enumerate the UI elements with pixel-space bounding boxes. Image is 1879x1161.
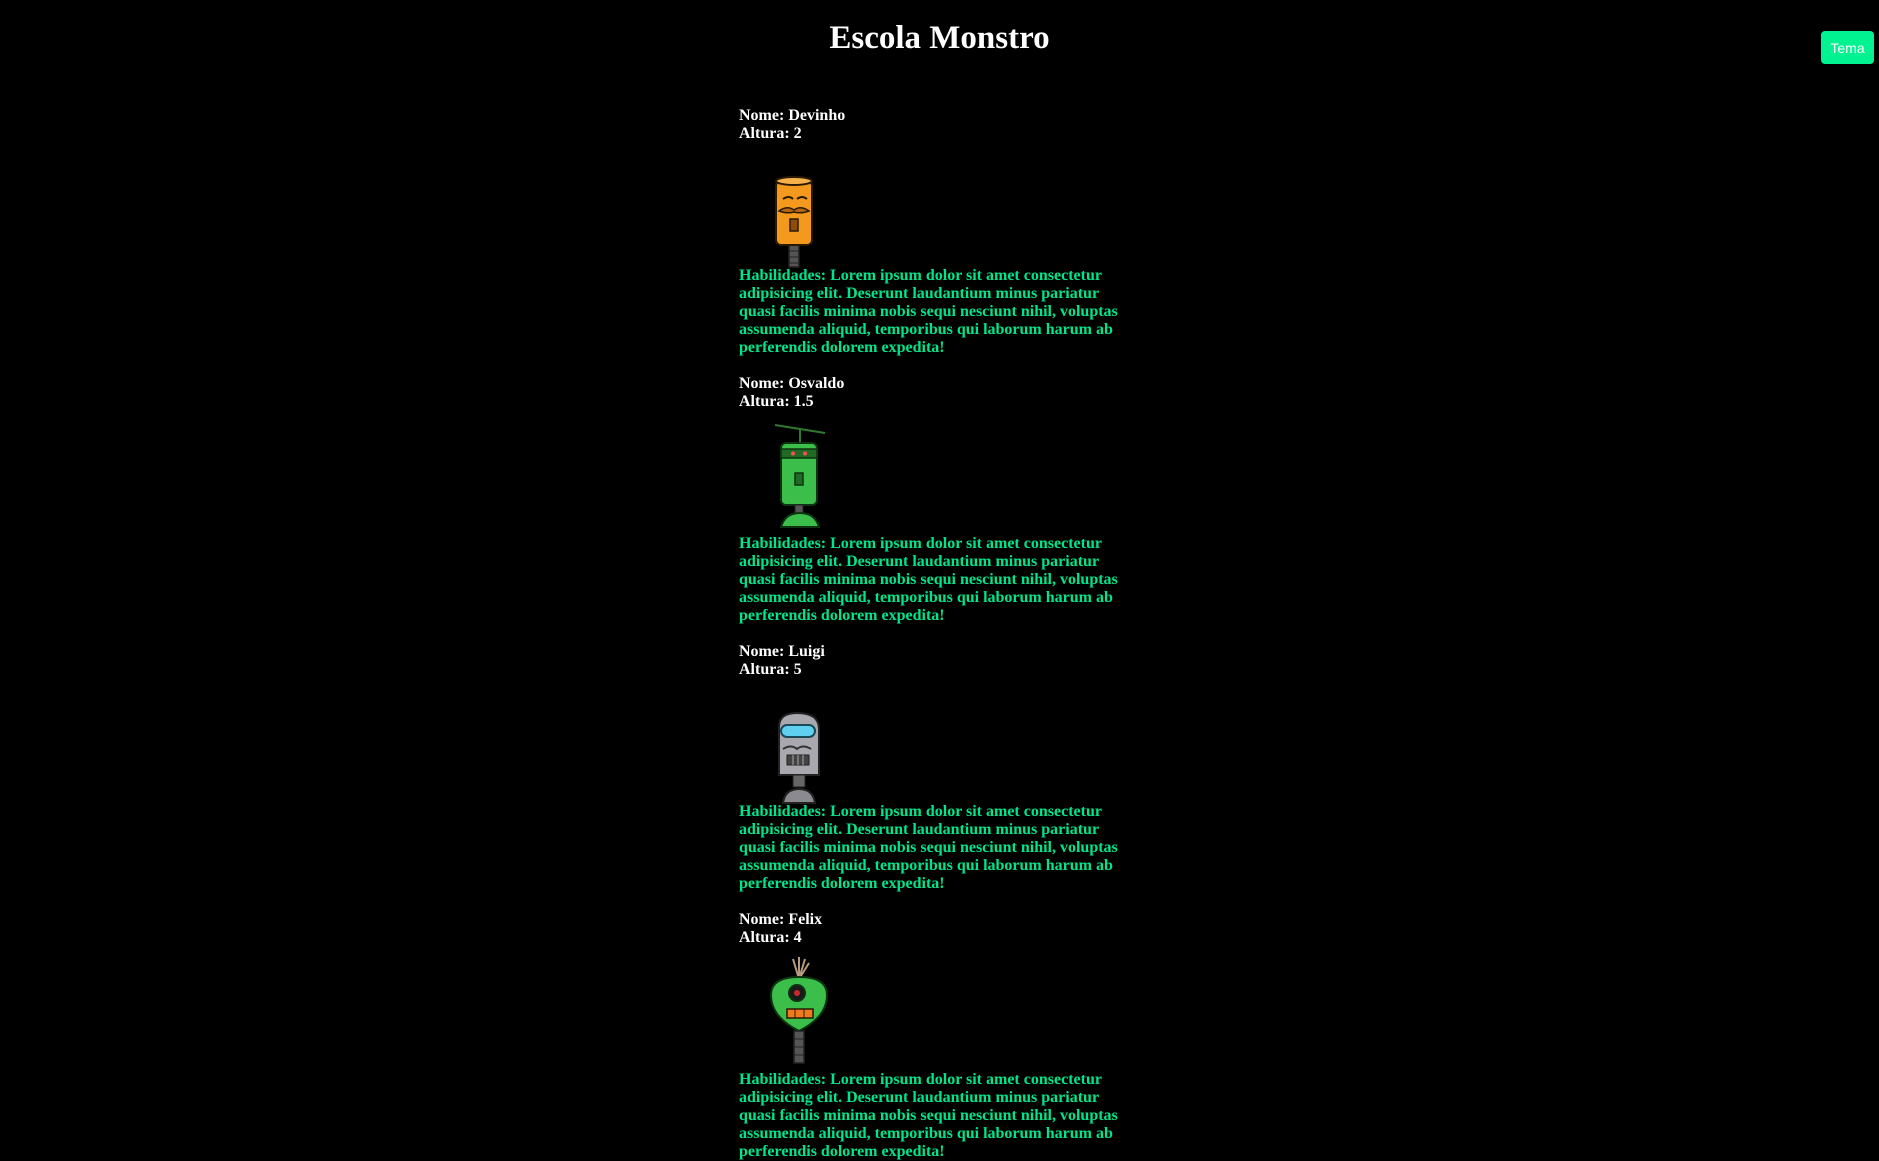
theme-toggle-button[interactable]: Tema bbox=[1821, 31, 1874, 64]
monster-name: Nome: Devinho bbox=[739, 107, 846, 124]
monster-skills: Habilidades: Lorem ipsum dolor sit amet … bbox=[739, 535, 1118, 624]
monster-card-felix: Nome: Felix Altura: 4 Habilidades: Lorem… bbox=[739, 911, 1139, 1160]
green-cyclops-robot-image bbox=[769, 957, 829, 1064]
monster-card-devinho: Nome: Devinho Altura: 2 Habilidades: Lor… bbox=[739, 107, 1139, 356]
monster-name: Nome: Luigi bbox=[739, 643, 825, 660]
green-propeller-robot-image bbox=[774, 424, 826, 528]
monster-height: Altura: 5 bbox=[739, 661, 802, 678]
monster-height: Altura: 2 bbox=[739, 125, 802, 142]
monster-name: Nome: Felix bbox=[739, 911, 823, 928]
orange-robot-image bbox=[775, 176, 813, 268]
monster-skills: Habilidades: Lorem ipsum dolor sit amet … bbox=[739, 803, 1118, 892]
monster-card-osvaldo: Nome: Osvaldo Altura: 1.5 Habilidades: L… bbox=[739, 375, 1139, 624]
gray-visor-robot-image bbox=[778, 711, 820, 804]
monster-skills: Habilidades: Lorem ipsum dolor sit amet … bbox=[739, 1071, 1118, 1160]
monster-card-luigi: Nome: Luigi Altura: 5 Habilidades: Lorem… bbox=[739, 643, 1139, 892]
monster-name: Nome: Osvaldo bbox=[739, 375, 845, 392]
page-title: Escola Monstro bbox=[829, 20, 1050, 56]
monster-height: Altura: 1.5 bbox=[739, 393, 814, 410]
monster-height: Altura: 4 bbox=[739, 929, 802, 946]
monster-skills: Habilidades: Lorem ipsum dolor sit amet … bbox=[739, 267, 1118, 356]
